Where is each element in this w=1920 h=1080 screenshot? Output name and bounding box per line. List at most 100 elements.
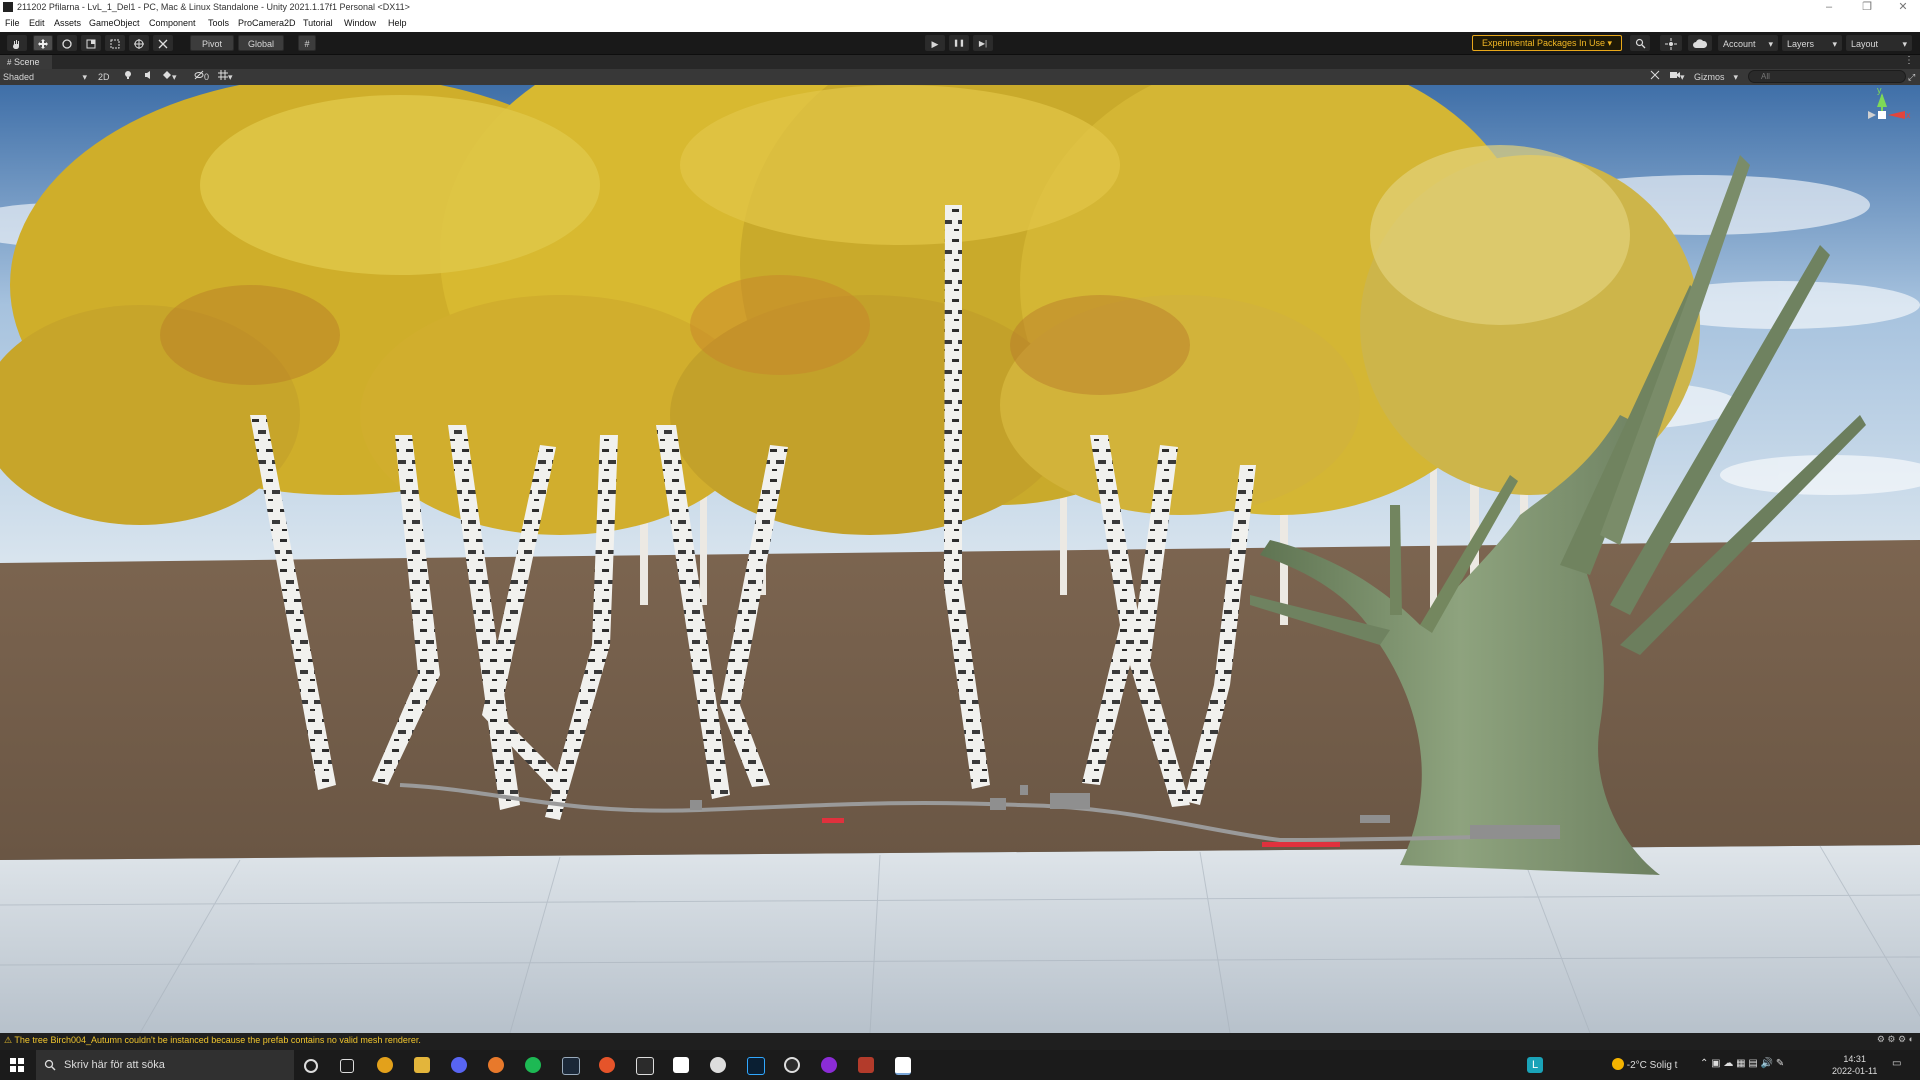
move-icon <box>38 39 48 49</box>
pivot-toggle[interactable]: Pivot <box>190 35 234 51</box>
tab-scene-label: Scene <box>13 57 40 67</box>
grid-toggle-dropdown[interactable]: ▾ <box>218 70 244 84</box>
minimize-button[interactable]: – <box>1812 0 1846 16</box>
more-options-icon[interactable]: ⋮ <box>1904 55 1914 66</box>
draw-mode-label: Shaded <box>3 72 35 82</box>
clock-time: 14:31 <box>1843 1054 1866 1064</box>
menu-window[interactable]: Window <box>344 18 376 28</box>
search-icon <box>44 1059 56 1071</box>
rect-tool-button[interactable] <box>105 35 125 51</box>
hand-tool-button[interactable] <box>7 35 27 51</box>
close-button[interactable]: ✕ <box>1886 0 1920 16</box>
scene-search-input[interactable]: All <box>1748 70 1906 83</box>
draw-mode-dropdown[interactable]: Shaded ▾ <box>3 70 89 84</box>
steam-icon[interactable] <box>562 1057 580 1075</box>
clock[interactable]: 14:31 2022-01-11 <box>1832 1053 1877 1077</box>
red-marker <box>1262 842 1340 847</box>
account-dropdown[interactable]: Account ▾ <box>1718 35 1778 51</box>
discord-icon[interactable] <box>451 1057 467 1073</box>
menu-tools[interactable]: Tools <box>208 18 229 28</box>
experimental-packages-button[interactable]: Experimental Packages In Use ▾ <box>1472 35 1622 51</box>
winrar-icon[interactable] <box>858 1057 874 1073</box>
maximize-button[interactable]: ❐ <box>1850 0 1884 16</box>
maximize-view-icon[interactable]: ⤢ <box>1908 70 1918 84</box>
spotify-icon[interactable] <box>525 1057 541 1073</box>
system-tray-icons[interactable]: ⌃ ▣ ☁ ▦ ▤ 🔊 ✎ <box>1700 1058 1784 1069</box>
menu-edit[interactable]: Edit <box>29 18 45 28</box>
hidden-objects-toggle[interactable]: 0 <box>194 70 216 84</box>
cloud-icon <box>1693 39 1708 48</box>
window-title-bar: 211202 Pfilarna - LvL_1_Del1 - PC, Mac &… <box>0 0 1920 17</box>
gizmo-center-cube[interactable] <box>1878 111 1886 119</box>
camera-dropdown[interactable]: ▾ <box>1670 70 1692 84</box>
layout-dropdown[interactable]: Layout ▾ <box>1846 35 1912 51</box>
menu-tutorial[interactable]: Tutorial <box>303 18 333 28</box>
chevron-down-icon: ▾ <box>82 72 87 82</box>
photoshop-icon[interactable] <box>747 1057 765 1075</box>
task-view-icon[interactable] <box>340 1059 354 1073</box>
rotate-tool-button[interactable] <box>57 35 77 51</box>
twitch-icon[interactable] <box>821 1057 837 1073</box>
scene-search-placeholder: All <box>1761 72 1770 81</box>
transform-tool-button[interactable] <box>129 35 149 51</box>
blender-icon[interactable] <box>488 1057 504 1073</box>
gizmos-dropdown[interactable]: Gizmos ▾ <box>1694 70 1740 84</box>
search-button[interactable] <box>1630 35 1650 51</box>
chrome-icon[interactable] <box>377 1057 393 1073</box>
origin-icon[interactable] <box>599 1057 615 1073</box>
lang-badge[interactable]: L <box>1527 1057 1543 1073</box>
audio-toggle[interactable] <box>144 70 154 84</box>
scene-viewport[interactable]: y x <box>0 85 1920 1033</box>
lighting-toggle[interactable] <box>124 70 134 84</box>
menu-file[interactable]: File <box>5 18 20 28</box>
scene-tab-bar: # Scene ⋮ <box>0 55 1920 69</box>
search-icon <box>1635 38 1645 49</box>
scale-tool-button[interactable] <box>81 35 101 51</box>
cloud-button[interactable] <box>1688 35 1712 51</box>
transform-icon <box>134 39 144 49</box>
custom-tool-button[interactable] <box>153 35 173 51</box>
step-button[interactable]: ▶| <box>973 35 993 51</box>
cortana-icon[interactable] <box>304 1059 318 1073</box>
weather-widget[interactable]: -2°C Solig t <box>1612 1058 1677 1071</box>
pause-button[interactable]: ❚❚ <box>949 35 969 51</box>
chevron-down-icon: ▾ <box>228 72 233 82</box>
speaker-icon <box>145 71 150 79</box>
menu-component[interactable]: Component <box>149 18 196 28</box>
menu-procamera2d[interactable]: ProCamera2D <box>238 18 296 28</box>
layers-dropdown[interactable]: Layers ▾ <box>1782 35 1842 51</box>
scene-render[interactable]: y x <box>0 85 1920 1033</box>
scene-tools-toggle[interactable] <box>1650 70 1662 84</box>
obs-icon[interactable] <box>710 1057 726 1073</box>
play-button[interactable]: ▶ <box>925 35 945 51</box>
unity-hub-icon[interactable] <box>673 1057 689 1073</box>
menu-gameobject[interactable]: GameObject <box>89 18 140 28</box>
notifications-icon[interactable]: ▭ <box>1892 1058 1901 1069</box>
rect-icon <box>110 39 120 49</box>
birch-foliage <box>0 85 1700 535</box>
menu-help[interactable]: Help <box>388 18 407 28</box>
effects-dropdown[interactable]: ▾ <box>162 70 188 84</box>
hand-icon <box>13 40 19 49</box>
taskbar-search-input[interactable]: Skriv här för att söka <box>36 1050 294 1080</box>
account-label: Account <box>1723 39 1756 49</box>
global-toggle[interactable]: Global <box>238 35 284 51</box>
windows-start-button[interactable] <box>10 1058 24 1075</box>
tab-scene[interactable]: # Scene <box>0 55 52 69</box>
services-button[interactable] <box>1660 35 1682 51</box>
lightbulb-icon <box>125 71 131 79</box>
2d-toggle[interactable]: 2D <box>98 70 112 84</box>
grid-snap-button[interactable]: # <box>298 35 316 51</box>
file-explorer-icon[interactable] <box>414 1057 430 1073</box>
warning-icon: ⚠ <box>4 1035 13 1045</box>
gizmos-label: Gizmos <box>1694 72 1725 82</box>
unity-editor-icon[interactable] <box>895 1057 911 1075</box>
services-icon <box>1665 38 1677 50</box>
chevron-down-icon: ▾ <box>172 72 177 82</box>
epic-games-icon[interactable] <box>636 1057 654 1075</box>
console-status-bar[interactable]: ⚠ The tree Birch004_Autumn couldn't be i… <box>0 1033 1920 1050</box>
menu-assets[interactable]: Assets <box>54 18 81 28</box>
move-tool-button[interactable] <box>33 35 53 51</box>
chevron-down-icon: ▾ <box>1902 39 1907 49</box>
github-icon[interactable] <box>784 1057 800 1073</box>
